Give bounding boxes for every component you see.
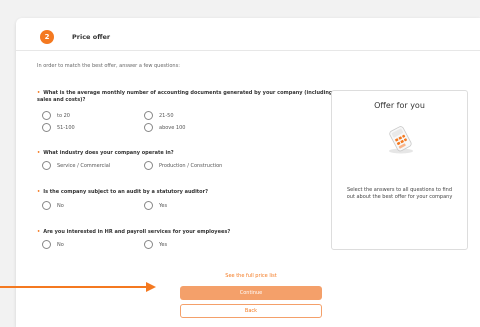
step-header: 2 Price offer bbox=[40, 28, 110, 46]
page-title: Price offer bbox=[72, 33, 111, 41]
option-label: No bbox=[57, 202, 64, 209]
radio-button[interactable] bbox=[144, 161, 153, 170]
header-divider bbox=[16, 50, 480, 51]
back-button[interactable]: Back bbox=[180, 304, 322, 318]
radio-button[interactable] bbox=[144, 240, 153, 249]
option-above-100[interactable]: above 100 bbox=[144, 123, 185, 132]
option-audit-no[interactable]: No bbox=[42, 201, 64, 210]
offer-panel-title: Offer for you bbox=[374, 101, 425, 110]
option-label: to 20 bbox=[57, 112, 70, 119]
option-21-50[interactable]: 21-50 bbox=[144, 111, 174, 120]
offer-panel-description: Select the answers to all questions to f… bbox=[346, 187, 453, 200]
question-hr-payroll: • Are you interested in HR and payroll se… bbox=[37, 229, 337, 236]
radio-button[interactable] bbox=[42, 111, 51, 120]
option-hr-yes[interactable]: Yes bbox=[144, 240, 167, 249]
option-label: Yes bbox=[159, 241, 168, 248]
required-marker: • bbox=[37, 150, 41, 156]
question-documents: • What is the average monthly number of a… bbox=[37, 90, 337, 104]
option-service-commercial[interactable]: Service / Commercial bbox=[42, 161, 110, 170]
calculator-icon bbox=[384, 125, 416, 159]
option-label: Service / Commercial bbox=[57, 162, 111, 169]
question-audit: • Is the company subject to an audit by a… bbox=[37, 189, 337, 196]
option-audit-yes[interactable]: Yes bbox=[144, 201, 167, 210]
radio-button[interactable] bbox=[42, 240, 51, 249]
option-label: No bbox=[57, 241, 64, 248]
question-text: What industry does your company operate … bbox=[43, 150, 174, 156]
option-production-construction[interactable]: Production / Construction bbox=[144, 161, 222, 170]
radio-button[interactable] bbox=[42, 201, 51, 210]
option-label: 51-100 bbox=[57, 124, 75, 131]
question-industry: • What industry does your company operate… bbox=[37, 150, 337, 157]
option-label: Production / Construction bbox=[159, 162, 223, 169]
required-marker: • bbox=[37, 229, 41, 235]
option-hr-no[interactable]: No bbox=[42, 240, 64, 249]
radio-button[interactable] bbox=[144, 201, 153, 210]
radio-button[interactable] bbox=[144, 111, 153, 120]
question-text: Are you interested in HR and payroll ser… bbox=[43, 229, 231, 235]
option-label: 21-50 bbox=[159, 112, 174, 119]
option-label: Yes bbox=[159, 202, 168, 209]
full-price-list-link[interactable]: See the full price list bbox=[180, 273, 322, 279]
required-marker: • bbox=[37, 189, 41, 195]
radio-button[interactable] bbox=[42, 123, 51, 132]
step-number-badge: 2 bbox=[40, 30, 54, 44]
continue-button[interactable]: Continue bbox=[180, 286, 322, 300]
option-51-100[interactable]: 51-100 bbox=[42, 123, 75, 132]
pointer-arrow-icon bbox=[0, 282, 156, 292]
question-text: Is the company subject to an audit by a … bbox=[43, 189, 208, 195]
intro-text: In order to match the best offer, answer… bbox=[37, 63, 180, 69]
required-marker: • bbox=[37, 90, 41, 96]
option-to-20[interactable]: to 20 bbox=[42, 111, 70, 120]
radio-button[interactable] bbox=[144, 123, 153, 132]
radio-button[interactable] bbox=[42, 161, 51, 170]
option-label: above 100 bbox=[159, 124, 186, 131]
question-text: What is the average monthly number of ac… bbox=[37, 90, 333, 103]
offer-panel: Offer for you Select the answers to all … bbox=[331, 90, 468, 250]
